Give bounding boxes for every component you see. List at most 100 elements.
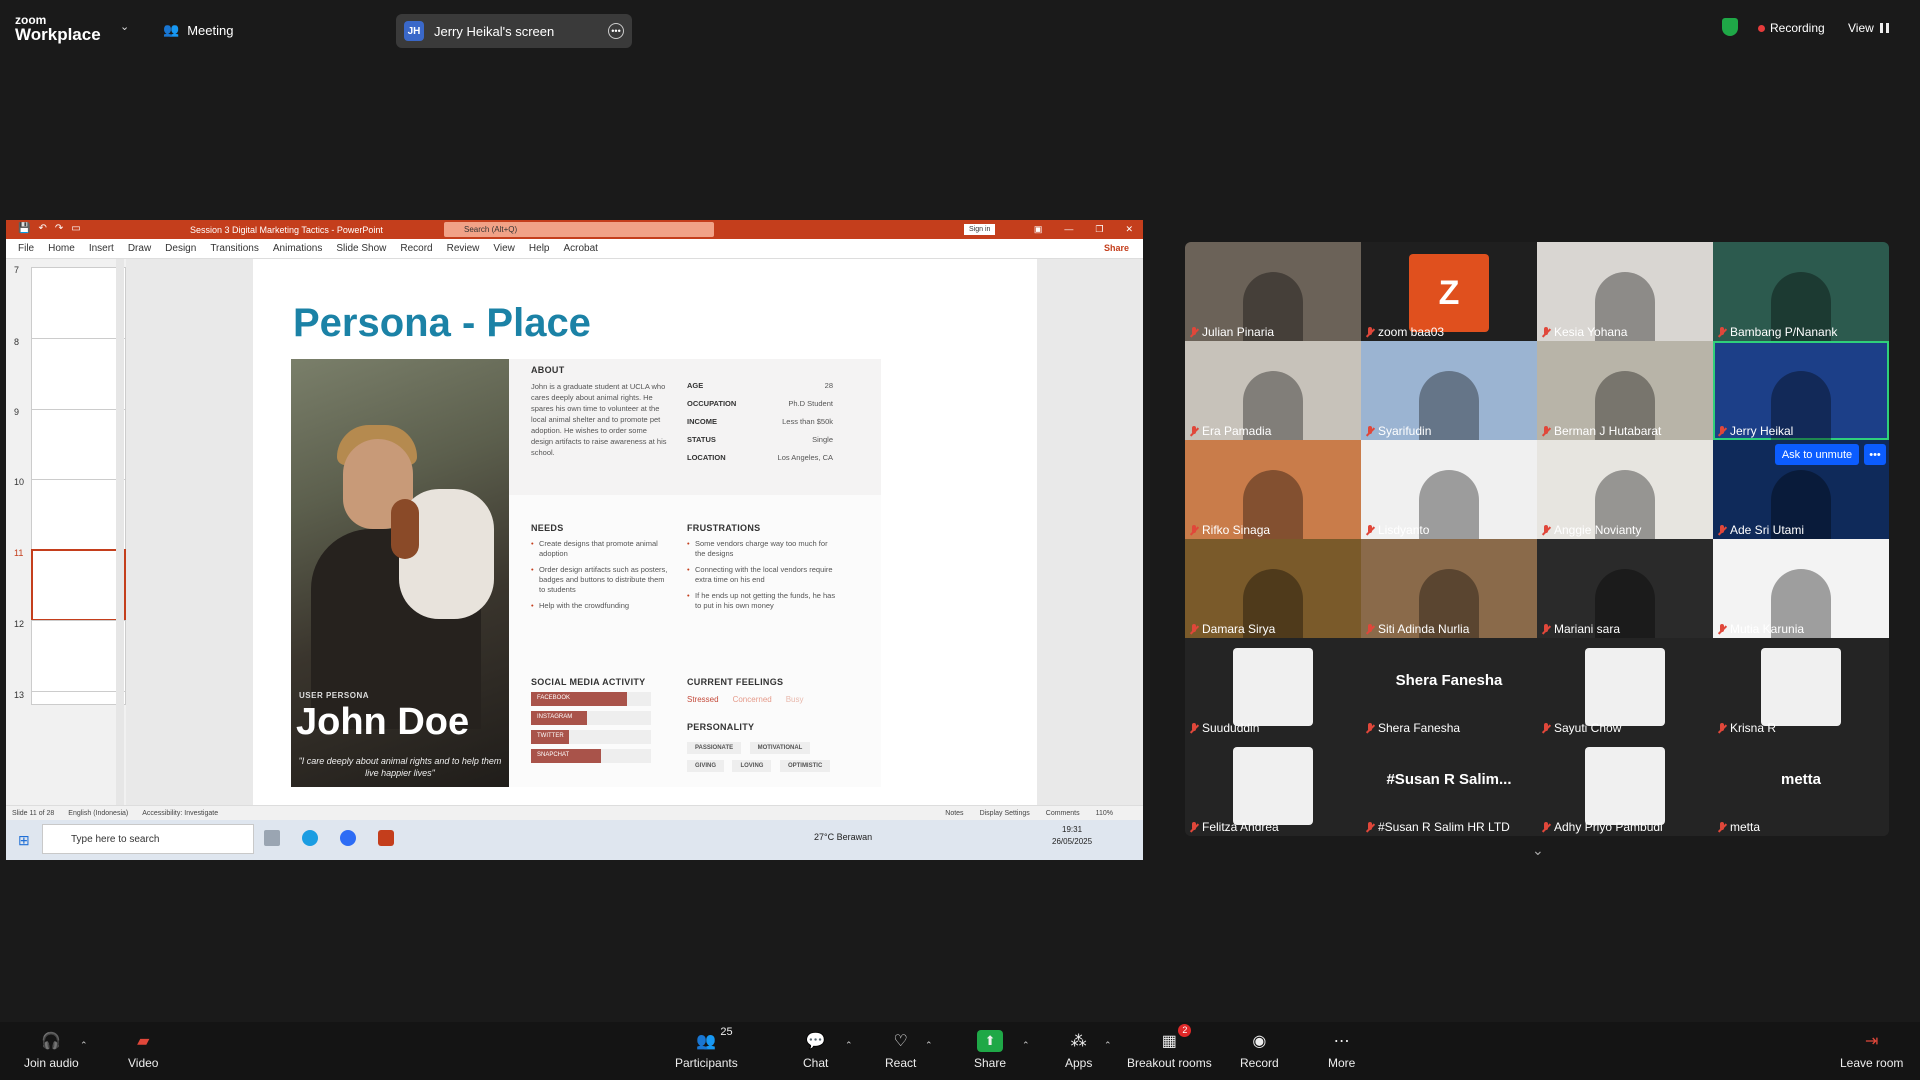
tile-more-icon[interactable]: •••	[1864, 444, 1886, 465]
tab-review[interactable]: Review	[447, 243, 480, 254]
language-indicator[interactable]: English (Indonesia)	[68, 810, 128, 817]
participant-tile[interactable]: Sayuti Chow	[1537, 638, 1713, 737]
participant-tile[interactable]: #Susan R Salim... #Susan R Salim HR LTD	[1361, 737, 1537, 836]
join-audio-button[interactable]: 🎧 Join audio	[24, 1030, 79, 1070]
gallery-chevron-down-icon[interactable]: ⌄	[1532, 842, 1544, 859]
tab-record[interactable]: Record	[400, 243, 432, 254]
view-button[interactable]: View	[1848, 21, 1889, 35]
participant-tile[interactable]: Era Pamadia	[1185, 341, 1361, 440]
tab-slide-show[interactable]: Slide Show	[336, 243, 386, 254]
participant-tile[interactable]: Suududdin	[1185, 638, 1361, 737]
taskbar-search[interactable]: Type here to search	[42, 824, 254, 854]
slide-thumb-9[interactable]	[31, 409, 126, 481]
participant-tile[interactable]: Lisdyanto	[1361, 440, 1537, 539]
slide-thumb-7[interactable]	[31, 267, 126, 339]
tab-design[interactable]: Design	[165, 243, 196, 254]
participant-tile[interactable]: Krisna R	[1713, 638, 1889, 737]
participant-name: Lisdyanto	[1378, 523, 1430, 537]
apps-button[interactable]: ⁂ Apps	[1065, 1030, 1092, 1070]
participant-tile[interactable]: Adhy Priyo Pambudi	[1537, 737, 1713, 836]
tab-draw[interactable]: Draw	[128, 243, 151, 254]
accessibility-indicator[interactable]: Accessibility: Investigate	[142, 810, 218, 817]
redo-icon[interactable]: ↷	[55, 223, 63, 234]
undo-icon[interactable]: ↶	[38, 223, 46, 234]
participant-tile[interactable]: Jerry Heikal	[1713, 341, 1889, 440]
notes-button[interactable]: Notes	[945, 810, 963, 817]
apps-caret-icon[interactable]: ⌃	[1104, 1040, 1112, 1051]
slide-thumb-11[interactable]	[31, 549, 126, 621]
leave-room-button[interactable]: ⇥ Leave room	[1840, 1030, 1903, 1070]
participant-tile[interactable]: Kesia Yohana	[1537, 242, 1713, 341]
tab-insert[interactable]: Insert	[89, 243, 114, 254]
edge-icon[interactable]	[302, 830, 318, 846]
recording-indicator[interactable]: Recording	[1758, 21, 1825, 35]
breakout-rooms-button[interactable]: ▦ 2 Breakout rooms	[1127, 1024, 1212, 1070]
share-button[interactable]: ⬆ Share	[974, 1030, 1006, 1070]
tab-help[interactable]: Help	[529, 243, 550, 254]
tab-file[interactable]: File	[18, 243, 34, 254]
participant-tile[interactable]: Syarifudin	[1361, 341, 1537, 440]
tab-transitions[interactable]: Transitions	[210, 243, 259, 254]
ribbon-display-icon[interactable]: ▣	[1034, 224, 1043, 235]
share-caret-icon[interactable]: ⌃	[1022, 1040, 1030, 1051]
participant-tile[interactable]: Damara Sirya	[1185, 539, 1361, 638]
mic-muted-icon	[1717, 623, 1726, 635]
participant-tile[interactable]: Anggie Novianty	[1537, 440, 1713, 539]
participant-tile[interactable]: Mutia Karunia	[1713, 539, 1889, 638]
participant-tile[interactable]: Felitza Andrea	[1185, 737, 1361, 836]
slide-thumb-13[interactable]	[31, 691, 126, 705]
slide-thumb-8[interactable]	[31, 338, 126, 410]
close-icon[interactable]: ✕	[1125, 224, 1133, 235]
more-options-icon[interactable]: •••	[608, 23, 624, 39]
video-button[interactable]: ▰ Video	[128, 1030, 158, 1070]
slide-thumb-12[interactable]	[31, 620, 126, 692]
participant-tile[interactable]: Rifko Sinaga	[1185, 440, 1361, 539]
react-caret-icon[interactable]: ⌃	[925, 1040, 933, 1051]
display-settings-button[interactable]: Display Settings	[980, 810, 1030, 817]
taskbar-weather[interactable]: 27°C Berawan	[814, 832, 872, 842]
save-icon[interactable]: 💾	[18, 223, 30, 234]
sign-in-button[interactable]: Sign in	[964, 224, 996, 235]
personality-tag: PASSIONATE	[687, 742, 742, 754]
more-button[interactable]: ⋯ More	[1328, 1030, 1355, 1070]
participant-tile[interactable]: Berman J Hutabarat	[1537, 341, 1713, 440]
ppt-search-box[interactable]: Search (Alt+Q)	[444, 222, 714, 237]
participant-tile[interactable]: Siti Adinda Nurlia	[1361, 539, 1537, 638]
powerpoint-app-icon[interactable]	[378, 830, 394, 846]
participant-tile[interactable]: Shera Fanesha Shera Fanesha	[1361, 638, 1537, 737]
participant-tile[interactable]: Mariani sara	[1537, 539, 1713, 638]
comments-button[interactable]: Comments	[1046, 810, 1080, 817]
tab-view[interactable]: View	[493, 243, 515, 254]
record-button[interactable]: ◉ Record	[1240, 1030, 1279, 1070]
chat-caret-icon[interactable]: ⌃	[845, 1040, 853, 1051]
security-shield-icon[interactable]	[1722, 18, 1738, 36]
tab-animations[interactable]: Animations	[273, 243, 322, 254]
chat-button[interactable]: 💬 Chat	[803, 1030, 828, 1070]
ask-to-unmute-button[interactable]: Ask to unmute	[1775, 444, 1859, 465]
participants-button[interactable]: 👥 25 Participants	[675, 1026, 738, 1070]
minimize-icon[interactable]: —	[1064, 224, 1073, 235]
chevron-down-icon[interactable]: ⌄	[120, 20, 129, 33]
participant-tile[interactable]: Bambang P/Nanank	[1713, 242, 1889, 341]
ppt-share-button[interactable]: Share	[1104, 243, 1129, 253]
participant-tile[interactable]: Julian Pinaria	[1185, 242, 1361, 341]
task-view-icon[interactable]	[264, 830, 280, 846]
react-button[interactable]: ♡ React	[885, 1030, 916, 1070]
screen-share-indicator[interactable]: JH Jerry Heikal's screen •••	[396, 14, 632, 48]
taskbar-clock[interactable]: 19:31 26/05/2025	[1052, 824, 1092, 848]
tab-home[interactable]: Home	[48, 243, 75, 254]
present-icon[interactable]: ▭	[71, 223, 80, 234]
audio-caret-icon[interactable]: ⌃	[80, 1040, 88, 1051]
tab-acrobat[interactable]: Acrobat	[563, 243, 597, 254]
zoom-level[interactable]: 110%	[1096, 810, 1113, 817]
slide-thumb-10[interactable]	[31, 479, 126, 551]
thumbnail-scrollbar[interactable]	[116, 259, 124, 805]
windows-start-icon[interactable]: ⊞	[18, 832, 30, 849]
zoom-top-bar: zoom Workplace ⌄ 👥 Meeting JH Jerry Heik…	[0, 0, 1920, 52]
zoom-app-icon[interactable]	[340, 830, 356, 846]
participant-tile[interactable]: Zzoom baa03	[1361, 242, 1537, 341]
restore-icon[interactable]: ❐	[1095, 224, 1103, 235]
meeting-menu[interactable]: 👥 Meeting	[163, 22, 233, 38]
participant-tile[interactable]: metta metta	[1713, 737, 1889, 836]
participants-label: Participants	[675, 1056, 738, 1070]
